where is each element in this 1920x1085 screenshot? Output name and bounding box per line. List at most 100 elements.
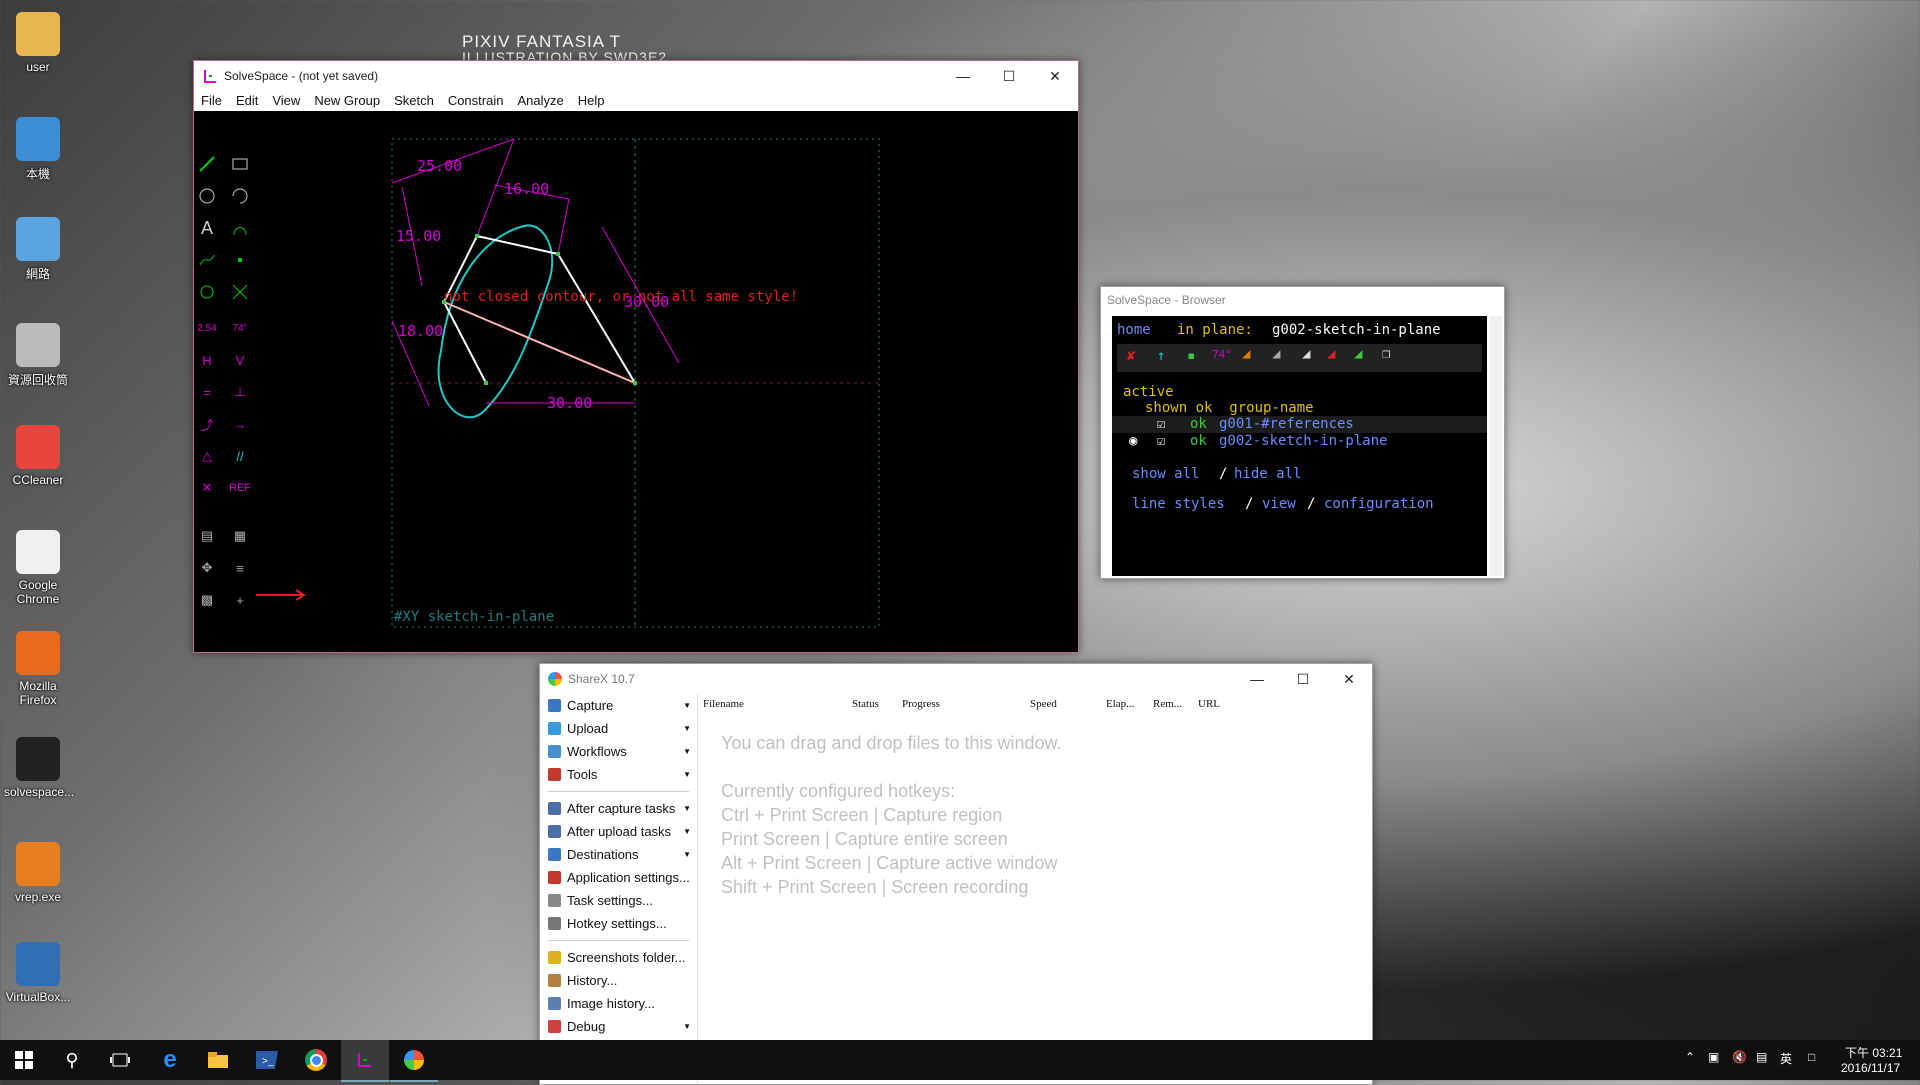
chrome-icon[interactable] (292, 1040, 340, 1080)
solvespace-window[interactable]: SolveSpace - (not yet saved) — ☐ ✕ File E… (193, 60, 1079, 653)
configuration-link[interactable]: configuration (1324, 496, 1434, 512)
column-header[interactable]: Rem... (1153, 698, 1198, 710)
browser-titlebar[interactable]: SolveSpace - Browser (1101, 287, 1504, 313)
show-normals-icon[interactable]: ↑ (1157, 348, 1165, 364)
maximize-button[interactable]: ☐ (1280, 664, 1326, 694)
solvespace-icon[interactable] (341, 1040, 389, 1082)
lock-icon[interactable]: ✕ (194, 475, 220, 501)
reference-icon[interactable]: REF (227, 475, 253, 501)
solvespace-titlebar[interactable]: SolveSpace - (not yet saved) — ☐ ✕ (194, 61, 1078, 91)
desktop-icon[interactable]: user (4, 12, 72, 74)
explorer-icon[interactable] (194, 1040, 242, 1080)
show-all-link[interactable]: show all (1132, 466, 1199, 482)
clock-time[interactable]: 下午 03:21 (1845, 1044, 1902, 1061)
desktop-icon[interactable]: Mozilla Firefox (4, 631, 72, 707)
column-header[interactable]: Progress (902, 698, 1030, 710)
column-header[interactable]: Elap... (1106, 698, 1153, 710)
menu-item[interactable]: File (194, 91, 229, 111)
sidebar-item[interactable]: History... (540, 969, 697, 992)
menu-item[interactable]: View (265, 91, 307, 111)
edge-icon[interactable]: e (146, 1040, 194, 1080)
sidebar-item[interactable]: Debug ▼ (540, 1015, 697, 1038)
sidebar-item[interactable]: Capture ▼ (540, 694, 697, 717)
menu-item[interactable]: Edit (229, 91, 265, 111)
sidebar-item[interactable]: Image history... (540, 992, 697, 1015)
show-points-icon[interactable]: ▪ (1187, 348, 1195, 364)
desktop-icon[interactable]: VirtualBox... (4, 942, 72, 1004)
workplane-icon[interactable] (194, 279, 220, 305)
close-button[interactable]: ✕ (1326, 664, 1372, 694)
menu-item[interactable]: New Group (307, 91, 387, 111)
sidebar-item[interactable]: Application settings... (540, 866, 697, 889)
clock-date[interactable]: 2016/11/17 (1841, 1061, 1900, 1075)
menu-item[interactable]: Help (571, 91, 612, 111)
sharex-window[interactable]: ShareX 10.7 — ☐ ✕ Capture ▼ Upload ▼ Workflo… (539, 663, 1373, 1085)
shown-checkbox[interactable]: ☑ (1157, 433, 1165, 449)
desktop-icon[interactable]: solvespace... (4, 737, 74, 799)
sidebar-item[interactable]: After upload tasks ▼ (540, 820, 697, 843)
show-outlines-icon[interactable]: ◢ (1327, 346, 1335, 362)
horizontal-constraint-icon[interactable]: H (194, 347, 220, 373)
show-shaded-icon[interactable]: ◢ (1272, 346, 1280, 362)
sidebar-item[interactable]: Destinations ▼ (540, 843, 697, 866)
sketch-svg[interactable]: 25.00 16.00 15.00 30.00 18.00 30.00 not … (194, 111, 1078, 652)
desktop-icon[interactable]: 本機 (4, 117, 72, 182)
rectangle-tool-icon[interactable] (227, 151, 253, 177)
view-link[interactable]: view (1262, 496, 1296, 512)
tray-overflow-icon[interactable]: ⌃ (1685, 1050, 1695, 1064)
hide-all-link[interactable]: hide all (1234, 466, 1301, 482)
distance-dimension-icon[interactable]: 2.54 (194, 315, 220, 341)
sketch-in-3d-icon[interactable]: ▩ (194, 587, 220, 613)
tangent-arc-icon[interactable] (227, 215, 253, 241)
menu-item[interactable]: Constrain (441, 91, 511, 111)
sketch-canvas[interactable]: 25.00 16.00 15.00 30.00 18.00 30.00 not … (194, 111, 1078, 652)
tangent-icon[interactable]: △ (194, 443, 220, 469)
show-constraints-icon[interactable]: 74° (1212, 348, 1232, 361)
browser-scrollbar[interactable] (1490, 316, 1502, 576)
close-button[interactable]: ✕ (1032, 61, 1078, 91)
group-row[interactable]: ☑ ok g001-#references (1112, 416, 1487, 433)
volume-muted-icon[interactable]: 🔇 (1732, 1050, 1747, 1064)
show-workplanes-icon[interactable]: ✘ (1127, 348, 1135, 364)
trim-icon[interactable] (227, 279, 253, 305)
point-tool-icon[interactable] (227, 247, 253, 273)
sidebar-item[interactable]: Screenshots folder... (540, 946, 697, 969)
line-tool-icon[interactable] (194, 151, 220, 177)
home-link[interactable]: home (1117, 322, 1151, 338)
step-translate-icon[interactable]: ≡ (227, 555, 253, 581)
column-header[interactable]: Status (852, 698, 902, 710)
minimize-button[interactable]: — (940, 61, 986, 91)
task-view-icon[interactable] (96, 1040, 144, 1080)
lathe-icon[interactable]: ▦ (227, 523, 253, 549)
sidebar-item[interactable]: Hotkey settings... (540, 912, 697, 935)
column-header[interactable]: Speed (1030, 698, 1106, 710)
group-row[interactable]: ◉ ☑ ok g002-sketch-in-plane (1112, 433, 1487, 450)
powershell-icon[interactable]: >_ (243, 1040, 291, 1080)
perpendicular-icon[interactable]: ⊥ (227, 379, 253, 405)
sharex-icon[interactable] (390, 1040, 438, 1082)
extrude-icon[interactable]: ▤ (194, 523, 220, 549)
equal-icon[interactable]: // (227, 443, 253, 469)
group-name[interactable]: g001-#references (1219, 416, 1354, 432)
desktop-icon[interactable]: Google Chrome (4, 530, 72, 606)
vertical-constraint-icon[interactable]: V (227, 347, 253, 373)
sidebar-item[interactable]: Workflows ▼ (540, 740, 697, 763)
notification-icon[interactable]: □ (1808, 1050, 1815, 1064)
group-name[interactable]: g002-sketch-in-plane (1219, 433, 1388, 449)
desktop-icon[interactable]: vrep.exe (4, 842, 72, 904)
sidebar-item[interactable]: Tools ▼ (540, 763, 697, 786)
arc-tool-icon[interactable] (227, 183, 253, 209)
new-workplane-icon[interactable]: + (227, 587, 253, 613)
text-tool-icon[interactable]: A (194, 215, 220, 241)
column-header[interactable]: URL (1198, 698, 1238, 710)
search-icon[interactable]: ⚲ (48, 1040, 96, 1080)
column-header[interactable]: Filename (703, 698, 852, 710)
angle-dimension-icon[interactable]: 74° (227, 315, 253, 341)
action-center-icon[interactable]: ▤ (1756, 1050, 1767, 1064)
on-point-icon[interactable]: ⤴ (194, 411, 220, 437)
show-faces-icon[interactable]: ◢ (1242, 346, 1250, 362)
line-styles-link[interactable]: line styles (1132, 496, 1225, 512)
sidebar-item[interactable]: Upload ▼ (540, 717, 697, 740)
network-tray-icon[interactable]: ▣ (1708, 1050, 1719, 1064)
circle-tool-icon[interactable] (194, 183, 220, 209)
